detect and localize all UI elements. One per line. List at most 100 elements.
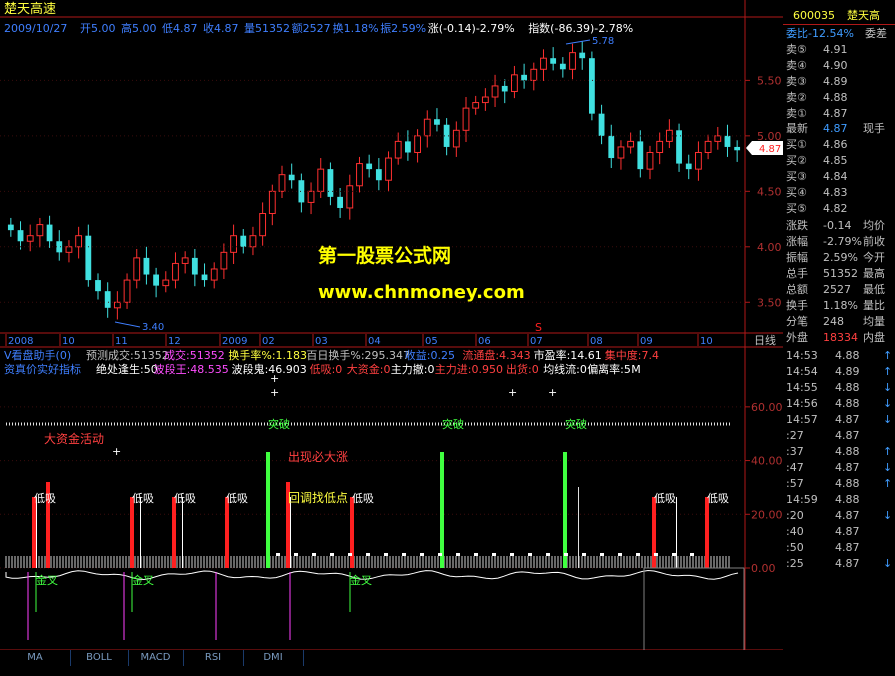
signal-bar (578, 487, 579, 568)
tick-row: 14:53 4.88 ↑ (783, 348, 895, 364)
tab-boll[interactable]: BOLL (70, 650, 129, 666)
tick-price: 4.87 (835, 413, 860, 426)
buy-low-bar (652, 497, 656, 568)
tick-row: 14:59 4.88 (783, 492, 895, 508)
webi-row: 委比-12.54% 委差 (783, 26, 895, 42)
tick-row: 14:56 4.88 ↓ (783, 396, 895, 412)
tab-ma[interactable]: MA (0, 650, 71, 666)
sell-price: 4.88 (823, 91, 848, 104)
sell-price: 4.91 (823, 43, 848, 56)
indicator-tabs: MA BOLL MACD RSI DMI (0, 650, 783, 666)
indicator-value: 流通盘:4.343 (462, 348, 530, 362)
buy-low-bar (225, 497, 229, 568)
time-axis-label: 2009 (222, 336, 247, 347)
header-field: 振2.59% (380, 21, 426, 35)
stat-value: 248 (823, 315, 844, 328)
tick-time: :20 (786, 509, 804, 522)
tick-direction: ↓ (883, 509, 893, 522)
time-axis-label: 06 (478, 336, 491, 347)
marker-dot (366, 553, 370, 556)
sell-order-row: 卖③ 4.89 (783, 74, 895, 90)
header-date: 2009/10/27 (4, 22, 67, 35)
marker-dot (348, 553, 352, 556)
pullback-label: 回调找低点 (288, 491, 348, 505)
sell-label: 卖② (786, 91, 807, 104)
tick-price: 4.88 (835, 477, 860, 490)
chart-svg[interactable]: 楚天高速 2009/10/27 开5.00 高5.00 低4.87 收4.87 量513… (0, 0, 783, 660)
header-fields: 开5.00 高5.00 低4.87 收4.87 量51352 额2527 换1.18% 振2.… (80, 21, 633, 35)
tick-direction: ↓ (883, 413, 893, 426)
stat-ext: 均价 (863, 219, 885, 232)
marker-dot (402, 553, 406, 556)
webi-ext: 委差 (865, 27, 887, 40)
must-rise-label: 出现必大涨 (288, 449, 348, 464)
indicator-value: 偏离率:5 (587, 362, 631, 376)
buy-low-label: 低吸 (132, 492, 154, 505)
marker-dot (492, 553, 496, 556)
cross-mark: + (508, 386, 517, 399)
header-field: 换1.18% (333, 21, 379, 35)
chart-stage[interactable]: 楚天高速 2009/10/27 开5.00 高5.00 低4.87 收4.87 量513… (0, 0, 895, 676)
webi-value: 委比-12.54% (786, 27, 854, 40)
time-axis-label: 10 (700, 336, 713, 347)
tick-row: :25 4.87 ↓ (783, 556, 895, 572)
header-field: 收4.87 (203, 21, 239, 35)
indicator-value: 主力进:0.950 (435, 363, 503, 376)
buy-order-row: 买④ 4.83 (783, 185, 895, 201)
indicator-tick-label: 0.00 (751, 562, 776, 575)
ind2-title[interactable]: 资真价实好指标 (4, 362, 81, 376)
outer-label: 外盘 (786, 331, 808, 344)
tab-dmi[interactable]: DMI (243, 650, 304, 666)
stat-row: 总额 2527 最低 (783, 282, 895, 298)
buy-order-row: 买② 4.85 (783, 153, 895, 169)
tick-price: 4.87 (835, 541, 860, 554)
buy-order-row: 买⑤ 4.82 (783, 201, 895, 217)
breakout-label-3: 突破 (565, 417, 587, 431)
tick-row: :20 4.87 ↓ (783, 508, 895, 524)
stat-value: 1.18% (823, 299, 858, 312)
big-funds-label: 大资金活动 (44, 431, 104, 446)
tick-price: 4.87 (835, 557, 860, 570)
buy-order-row: 买③ 4.84 (783, 169, 895, 185)
tick-time: :25 (786, 557, 804, 570)
sell-order-row: 卖① 4.87 (783, 106, 895, 122)
time-axis-label: 10 (62, 336, 75, 347)
tab-macd[interactable]: MACD (128, 650, 184, 666)
stat-value: 2.59% (823, 251, 858, 264)
buy-order-row: 买① 4.86 (783, 137, 895, 153)
price-tick-label: 4.50 (757, 185, 782, 198)
tick-row: 14:55 4.88 ↓ (783, 380, 895, 396)
period-label[interactable]: 日线 (754, 333, 776, 347)
quote-panel: 600035 楚天高 委比-12.54% 委差 卖⑤ 4.91 卖④ 4.90 卖③ 4.… (783, 0, 895, 676)
header-field: 涨(-0.14)-2.79% (428, 22, 515, 35)
stat-row: 换手 1.18% 量比 (783, 298, 895, 314)
sell-label: 卖① (786, 107, 807, 120)
indicator-value: 低吸:0 (310, 363, 343, 376)
stat-label: 总额 (786, 283, 808, 296)
tick-price: 4.88 (835, 349, 860, 362)
stat-label: 总手 (786, 267, 808, 280)
header-field: 额2527 (292, 22, 331, 35)
stat-ext: 今开 (863, 251, 885, 264)
indicator-value: 绝处逢生:50 (96, 362, 158, 376)
buy-price: 4.83 (823, 186, 848, 199)
marker-dot (294, 553, 298, 556)
tick-direction: ↓ (883, 461, 893, 474)
tab-rsi[interactable]: RSI (183, 650, 244, 666)
ind2-values: 绝处逢生:50波段王:48.535 波段鬼:46.903 低吸:0 大资金:0 主力撤:… (96, 362, 641, 376)
header-field: 指数(-86.39)-2.78% (528, 21, 633, 35)
buy-low-bar (172, 497, 176, 568)
tick-row: :27 4.87 (783, 428, 895, 444)
tick-time: 14:59 (786, 493, 818, 506)
sell-label: 卖⑤ (786, 43, 807, 56)
marker-dot (420, 553, 424, 556)
current-price-label: 4.87 (759, 144, 781, 155)
tick-direction: ↑ (883, 365, 893, 378)
indicator-value: 均线流:0 (543, 362, 587, 376)
marker-dot (636, 553, 640, 556)
tick-time: :37 (786, 445, 804, 458)
ind1-title[interactable]: V看盘助手(0) (4, 348, 71, 362)
tick-time: :40 (786, 525, 804, 538)
stat-row: 总手 51352 最高 (783, 266, 895, 282)
stat-row: 涨跌 -0.14 均价 (783, 218, 895, 234)
